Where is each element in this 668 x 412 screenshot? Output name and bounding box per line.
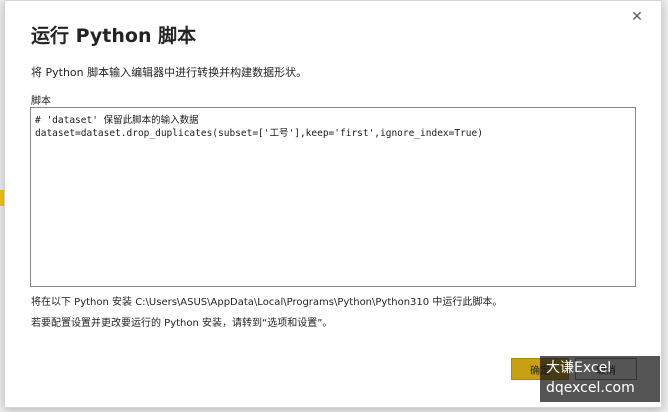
install-note: 将在以下 Python 安装 C:\Users\ASUS\AppData\Loc…: [31, 297, 503, 308]
close-icon[interactable]: ✕: [627, 7, 647, 27]
script-label: 脚本: [31, 96, 51, 107]
watermark-url: dqexcel.com: [546, 380, 635, 396]
code-line-statement: dataset=dataset.drop_duplicates(subset=[…: [35, 128, 483, 139]
watermark-brand: 大谦Excel: [546, 360, 612, 376]
code-line-comment: # 'dataset' 保留此脚本的输入数据: [35, 115, 199, 126]
script-editor[interactable]: # 'dataset' 保留此脚本的输入数据 dataset=dataset.d…: [30, 107, 636, 287]
dialog-title: 运行 Python 脚本: [31, 25, 197, 47]
dialog-description: 将 Python 脚本输入编辑器中进行转换并构建数据形状。: [31, 66, 308, 79]
run-python-script-dialog: ✕ 运行 Python 脚本 将 Python 脚本输入编辑器中进行转换并构建数…: [4, 0, 662, 408]
settings-note: 若要配置设置并更改要运行的 Python 安装，请转到“选项和设置”。: [31, 318, 333, 329]
watermark-overlay: 大谦Excel dqexcel.com: [540, 356, 660, 402]
